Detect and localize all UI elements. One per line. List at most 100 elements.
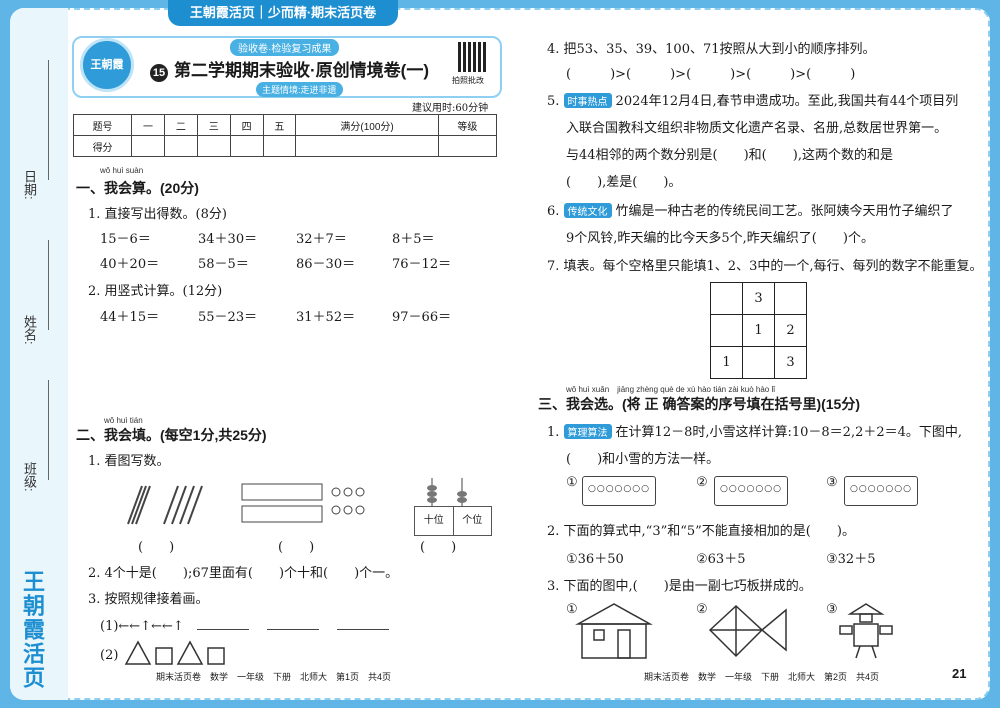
footer-right: 期末活页卷 数学 一年级 下册 北师大 第2页 共4页 (644, 672, 880, 682)
option-1[interactable]: ① (566, 475, 578, 490)
vertical-calc-item[interactable]: 97－66＝ (392, 306, 451, 325)
bundle-sticks-icon (127, 485, 203, 525)
tag-tradition: 传统文化 (563, 203, 612, 218)
score-cell[interactable] (262, 135, 297, 157)
vertical-calc-item[interactable]: 55－23＝ (198, 306, 257, 325)
footer-left: 期末活页卷 数学 一年级 下册 北师大 第1页 共4页 (156, 672, 392, 682)
section-title: 二、我会填。(每空1分,共25分) (76, 427, 267, 443)
calc-item[interactable]: 32＋7＝ (296, 228, 347, 247)
answer-blank[interactable]: ( ) (138, 536, 174, 555)
section-title: 一、我会算。(20分) (76, 180, 199, 196)
answer-blank[interactable]: ( ) (278, 536, 314, 555)
abacus-icon (427, 478, 467, 506)
score-header: 五 (262, 114, 297, 136)
question-line: 入联合国教科文组织非物质文化遗产名录、名册,总数居世界第一。 (566, 121, 948, 136)
tag-current-events: 时事热点 (563, 93, 612, 108)
class-line (48, 380, 49, 480)
top-banner: 王朝霞活页｜少而精·期末活页卷 (168, 0, 398, 26)
logo: 王朝霞 (80, 38, 134, 92)
name-line (48, 240, 49, 330)
calc-item[interactable]: 34＋30＝ (198, 228, 257, 247)
question: 1. 看图写数。 (88, 454, 170, 469)
score-header: 题号 (72, 114, 133, 136)
grid-cell: 3 (774, 346, 807, 379)
option-3[interactable]: ③32＋5 (826, 548, 875, 567)
page-title: 15 第二学期期末验收·原创情境卷(一) (150, 56, 429, 82)
calc-item[interactable]: 8＋5＝ (392, 228, 435, 247)
answer-blank[interactable]: ( ) (420, 536, 456, 555)
score-cell[interactable] (196, 135, 231, 157)
question: 3. 按照规律接着画。 (88, 592, 209, 607)
score-header: 二 (163, 114, 198, 136)
option-3[interactable]: ③ (826, 475, 838, 490)
question: 1. 直接写出得数。(8分) (88, 207, 227, 222)
answer-blank[interactable]: ( )>( )>( )>( )>( ) (566, 63, 855, 82)
abacus-base: 十位 个位 (414, 506, 492, 536)
question: 7. 填表。每个空格里只能填1、2、3中的一个,每行、每列的数字不能重复。 (547, 259, 983, 274)
pattern-2: (2) (100, 648, 119, 663)
sudoku-grid: 31213 (710, 282, 807, 379)
option-2[interactable]: ②63＋5 (696, 548, 745, 567)
grid-cell[interactable] (742, 346, 775, 379)
question: 4. 把53、35、39、100、71按照从大到小的顺序排列。 (547, 42, 876, 57)
question-line: ( ),差是( )。 (566, 175, 682, 190)
house-figure-icon (575, 603, 653, 659)
pinyin: wǒ huì tián (104, 416, 143, 425)
grid-cell[interactable] (710, 314, 743, 347)
score-header: 一 (131, 114, 165, 136)
grid-cell: 1 (710, 346, 743, 379)
class-label: 班级: (22, 462, 37, 492)
score-row-label: 得分 (72, 135, 133, 157)
score-cell[interactable] (229, 135, 264, 157)
fish-figure-icon (708, 604, 787, 658)
question-line: ( )和小雪的方法一样。 (566, 452, 720, 467)
grid-cell: 2 (774, 314, 807, 347)
question: 2. 用竖式计算。(12分) (88, 284, 223, 299)
triangle-square-pattern (124, 640, 225, 665)
section-title: 三、我会选。(将 正 确答案的序号填在括号里)(15分) (538, 396, 860, 412)
qr-code-icon (458, 42, 488, 72)
robot-figure-icon (839, 603, 893, 659)
option-1[interactable]: ①36＋50 (566, 548, 624, 567)
frame-dots: ○○○○○○○ (850, 484, 912, 494)
calc-item[interactable]: 15－6＝ (100, 228, 151, 247)
grid-cell[interactable] (774, 282, 807, 315)
qr-caption: 拍照批改 (452, 76, 484, 85)
question: 3. 下面的图中,( )是由一副七巧板拼成的。 (547, 579, 812, 594)
score-cell[interactable] (131, 135, 165, 157)
score-table: 题号一二三四五满分(100分) 等级 得分 (72, 114, 498, 157)
question-line: 9个风铃,昨天编的比今天多5个,昨天编织了( )个。 (566, 231, 874, 246)
score-header: 三 (196, 114, 231, 136)
score-header: 四 (229, 114, 264, 136)
question-line: 与44相邻的两个数分别是( )和( ),这两个数的和是 (566, 148, 893, 163)
date-line (48, 60, 49, 180)
pattern-1: (1)←←↑←←↑ (100, 615, 407, 634)
calc-item[interactable]: 58－5＝ (198, 253, 249, 272)
frame-dots: ○○○○○○○ (720, 484, 782, 494)
calc-item[interactable]: 76－12＝ (392, 253, 451, 272)
question: 5. 时事热点 2024年12月4日,春节申遗成功。至此,我国共有44个项目列 (547, 93, 959, 109)
score-cell[interactable] (295, 135, 439, 157)
question: 1. 算理算法 在计算12－8时,小雪这样计算:10－8＝2,2＋2＝4。下图中, (547, 424, 963, 440)
option-2[interactable]: ② (696, 475, 708, 490)
calc-item[interactable]: 86－30＝ (296, 253, 355, 272)
page-number: 21 (952, 666, 967, 681)
vertical-calc-item[interactable]: 44＋15＝ (100, 306, 159, 325)
score-cell[interactable] (437, 135, 498, 157)
pinyin: wǒ huì suàn (100, 166, 144, 175)
grid-cell[interactable] (710, 282, 743, 315)
score-header: 满分(100分) (295, 114, 439, 136)
date-label: 日期: (22, 170, 37, 200)
question: 6. 传统文化 竹编是一种古老的传统民间工艺。张阿姨今天用竹子编织了 (547, 203, 954, 219)
pill-top: 验收卷·检验复习成果 (230, 39, 340, 56)
test-number: 15 (150, 64, 168, 82)
time-note: 建议用时:60分钟 (412, 103, 489, 114)
tag-method: 算理算法 (563, 424, 612, 439)
calc-item[interactable]: 40＋20＝ (100, 253, 159, 272)
score-header: 等级 (437, 114, 498, 136)
question: 2. 下面的算式中,“3”和“5”不能直接相加的是( )。 (547, 524, 855, 539)
brand-vertical: 王朝霞活页 (19, 570, 45, 690)
question: 2. 4个十是( );67里面有( )个十和( )个一。 (88, 566, 399, 581)
score-cell[interactable] (163, 135, 198, 157)
vertical-calc-item[interactable]: 31＋52＝ (296, 306, 355, 325)
